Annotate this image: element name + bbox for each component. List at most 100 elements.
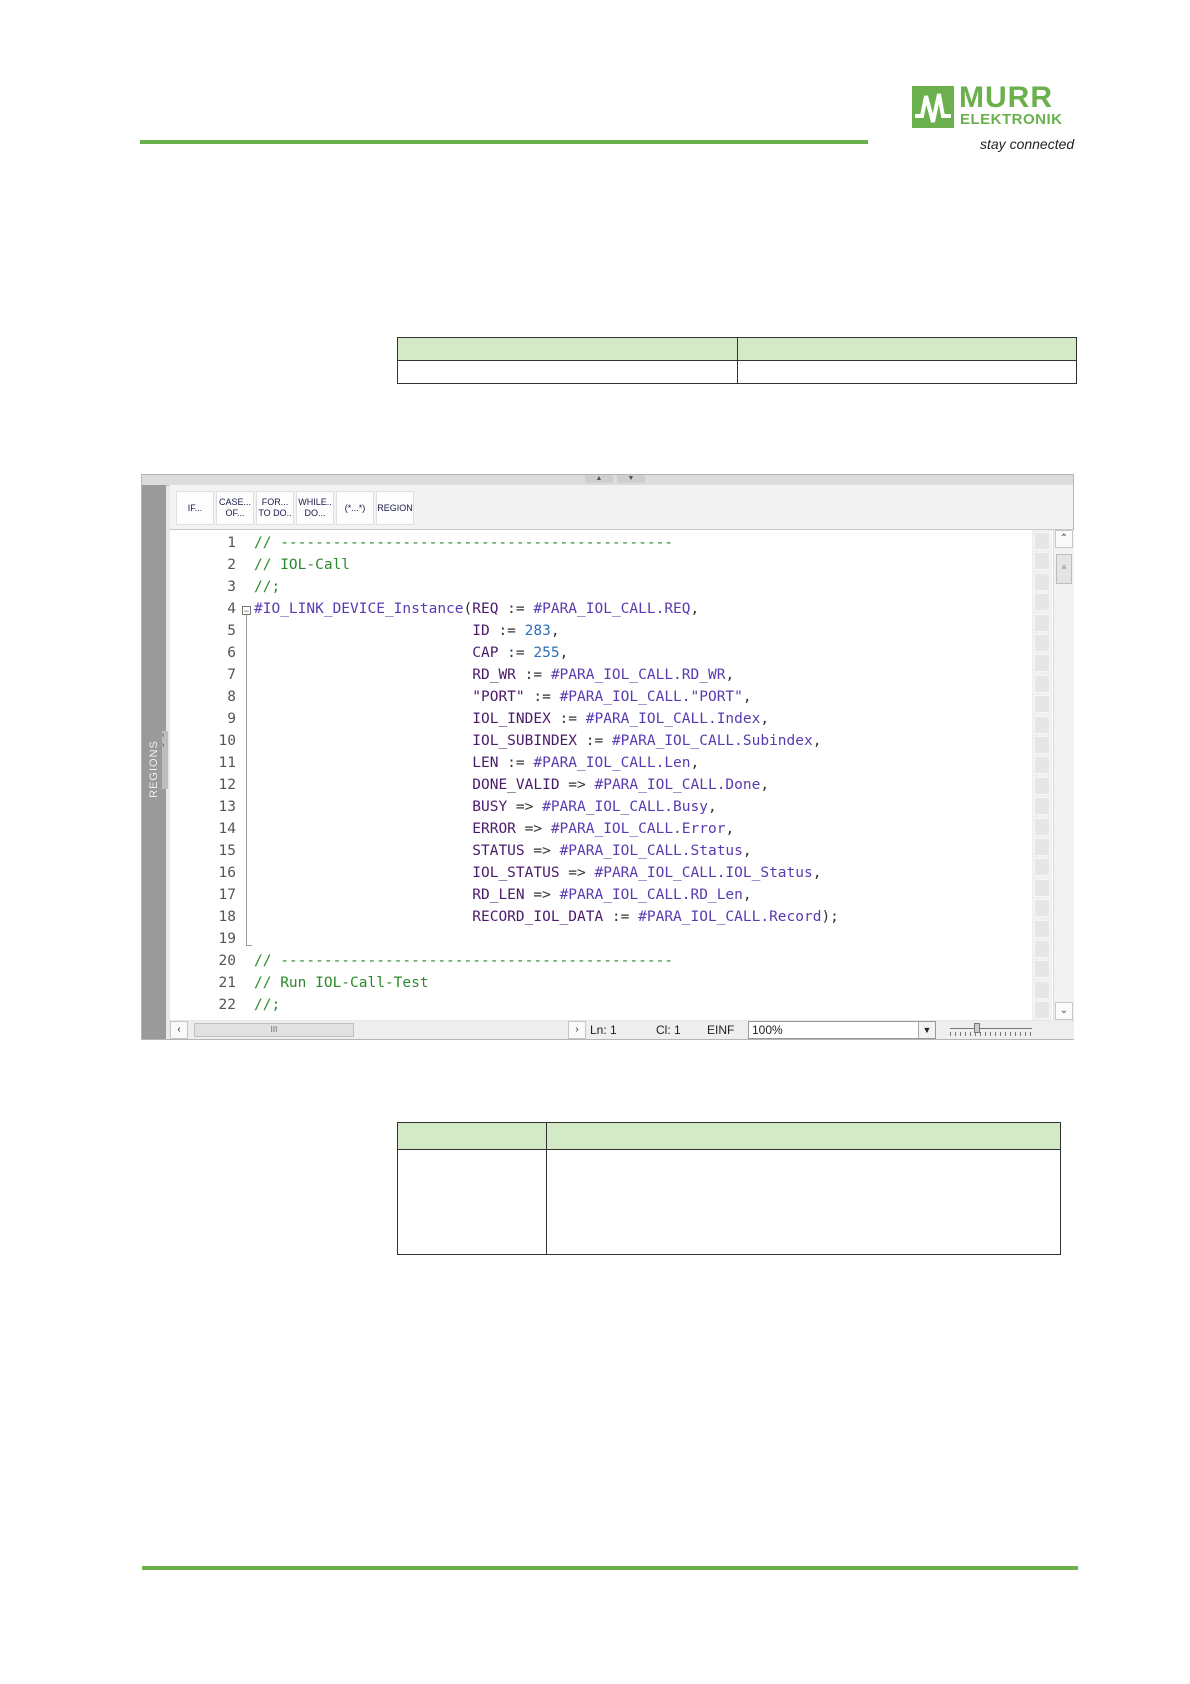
code-line[interactable]: 21 // Run IOL-Call-Test [170, 972, 1020, 994]
regions-expand-tab[interactable]: ‹ › [162, 731, 168, 789]
line-number: 7 [227, 667, 236, 683]
zoom-slider[interactable] [950, 1023, 1032, 1037]
code-line[interactable]: 12 DONE_VALID => #PARA_IOL_CALL.Done, [170, 774, 1020, 796]
code-line[interactable]: 14 ERROR => #PARA_IOL_CALL.Error, [170, 818, 1020, 840]
toolbar-while-button[interactable]: WHILE.. DO... [296, 491, 334, 525]
code-token: => [524, 887, 560, 903]
code-line[interactable]: 18 RECORD_IOL_DATA := #PARA_IOL_CALL.Rec… [170, 906, 1020, 928]
code-token: , [725, 821, 735, 837]
code-text: IOL_STATUS => #PARA_IOL_CALL.IOL_Status, [254, 862, 821, 884]
code-line[interactable]: 7 RD_WR := #PARA_IOL_CALL.RD_WR, [170, 664, 1020, 686]
zoom-select[interactable]: 100% ▼ [748, 1021, 936, 1039]
breakpoint-cell[interactable] [1034, 858, 1050, 877]
breakpoint-cell[interactable] [1034, 838, 1050, 856]
code-line[interactable]: 4 #IO_LINK_DEVICE_Instance(REQ := #PARA_I… [170, 598, 1020, 620]
breakpoint-cell[interactable] [1034, 532, 1050, 550]
breakpoint-gutter[interactable] [1032, 530, 1052, 1020]
code-line[interactable]: 20 // -----------------------------------… [170, 950, 1020, 972]
code-line[interactable]: 8 "PORT" := #PARA_IOL_CALL."PORT", [170, 686, 1020, 708]
vertical-scroll-thumb[interactable]: ≡ [1056, 554, 1072, 584]
code-line[interactable]: 17 RD_LEN => #PARA_IOL_CALL.RD_Len, [170, 884, 1020, 906]
line-number: 8 [227, 689, 236, 705]
breakpoint-cell[interactable] [1034, 817, 1050, 836]
breakpoint-cell[interactable] [1034, 552, 1050, 571]
breakpoint-cell[interactable] [1034, 572, 1050, 591]
breakpoint-cell[interactable] [1034, 980, 1050, 999]
line-number: 10 [218, 733, 236, 749]
breakpoint-cell[interactable] [1034, 1001, 1050, 1020]
code-line[interactable]: 11 LEN := #PARA_IOL_CALL.Len, [170, 752, 1020, 774]
code-line[interactable]: 9 IOL_INDEX := #PARA_IOL_CALL.Index, [170, 708, 1020, 730]
code-line[interactable]: 22 //; [170, 994, 1020, 1016]
toolbar-comment-button[interactable]: (*...*) [336, 491, 374, 525]
toolbar-if-button[interactable]: IF... [176, 491, 214, 525]
breakpoint-cell[interactable] [1034, 919, 1050, 938]
line-number: 16 [218, 865, 236, 881]
table-header-cell [397, 337, 738, 361]
code-line[interactable]: 6 CAP := 255, [170, 642, 1020, 664]
code-line[interactable]: 10 IOL_SUBINDEX := #PARA_IOL_CALL.Subind… [170, 730, 1020, 752]
breakpoint-cell[interactable] [1034, 797, 1050, 816]
code-token: ERROR [472, 821, 516, 837]
code-line[interactable]: 3 //; [170, 576, 1020, 598]
cursor-line: Ln: 1 [590, 1023, 617, 1037]
code-line[interactable]: 15 STATUS => #PARA_IOL_CALL.Status, [170, 840, 1020, 862]
breakpoint-cell[interactable] [1034, 654, 1050, 673]
breakpoint-cell[interactable] [1034, 960, 1050, 979]
code-token: , [690, 755, 700, 771]
code-line[interactable]: 2 // IOL-Call [170, 554, 1020, 576]
collapse-up-icon[interactable]: ▲ [585, 475, 613, 483]
code-line[interactable]: 19 [170, 928, 1020, 950]
code-token: #PARA_IOL_CALL.Record [638, 909, 822, 925]
code-token: RECORD_IOL_DATA [472, 909, 604, 925]
tb-label: TO DO.. [258, 508, 292, 518]
code-line[interactable]: 5 ID := 283, [170, 620, 1020, 642]
code-line[interactable]: 16 IOL_STATUS => #PARA_IOL_CALL.IOL_Stat… [170, 862, 1020, 884]
line-number: 1 [227, 535, 236, 551]
table-cell [546, 1149, 1061, 1255]
code-token: => [559, 865, 595, 881]
scroll-up-icon[interactable]: ⌃ [1055, 530, 1073, 548]
breakpoint-cell[interactable] [1034, 878, 1050, 897]
info-table-1 [397, 337, 1077, 384]
code-token: ( [463, 601, 473, 617]
tb-label: OF... [225, 508, 245, 518]
toolbar-case-button[interactable]: CASE... OF... [216, 491, 254, 525]
toolbar-region-button[interactable]: REGION [376, 491, 414, 525]
code-token: , [742, 689, 752, 705]
breakpoint-cell[interactable] [1034, 593, 1050, 612]
vertical-scrollbar[interactable]: ⌃ ≡ ⌄ [1053, 530, 1074, 1020]
zoom-slider-ticks [950, 1032, 1032, 1036]
breakpoint-cell[interactable] [1034, 940, 1050, 958]
breakpoint-cell[interactable] [1034, 756, 1050, 775]
breakpoint-cell[interactable] [1034, 634, 1050, 652]
scroll-left-icon[interactable]: ‹ [170, 1021, 188, 1039]
scroll-down-icon[interactable]: ⌄ [1055, 1002, 1073, 1020]
code-token: , [742, 887, 752, 903]
code-line[interactable]: 13 BUSY => #PARA_IOL_CALL.Busy, [170, 796, 1020, 818]
line-number: 15 [218, 843, 236, 859]
chevron-down-icon[interactable]: ▼ [918, 1022, 935, 1038]
scroll-right-icon[interactable]: › [568, 1021, 586, 1039]
zoom-slider-knob[interactable] [974, 1023, 980, 1033]
breakpoint-cell[interactable] [1034, 695, 1050, 714]
code-area[interactable]: − ⌃ ≡ ⌄ 1// ----------------------------… [170, 530, 1074, 1020]
breakpoint-cell[interactable] [1034, 715, 1050, 734]
toolbar-for-button[interactable]: FOR... TO DO.. [256, 491, 294, 525]
info-table-2 [397, 1122, 1061, 1255]
code-token: := [498, 645, 534, 661]
code-line[interactable]: 1 // ------------------------------------… [170, 532, 1020, 554]
breakpoint-cell[interactable] [1034, 613, 1050, 632]
collapse-down-icon[interactable]: ▼ [617, 475, 645, 483]
horizontal-scroll-thumb[interactable]: III [194, 1023, 354, 1037]
code-text: #IO_LINK_DEVICE_Instance(REQ := #PARA_IO… [254, 598, 699, 620]
breakpoint-cell[interactable] [1034, 776, 1050, 795]
breakpoint-cell[interactable] [1034, 674, 1050, 693]
breakpoint-cell[interactable] [1034, 899, 1050, 918]
code-token: , [742, 843, 752, 859]
breakpoint-cell[interactable] [1034, 736, 1050, 754]
